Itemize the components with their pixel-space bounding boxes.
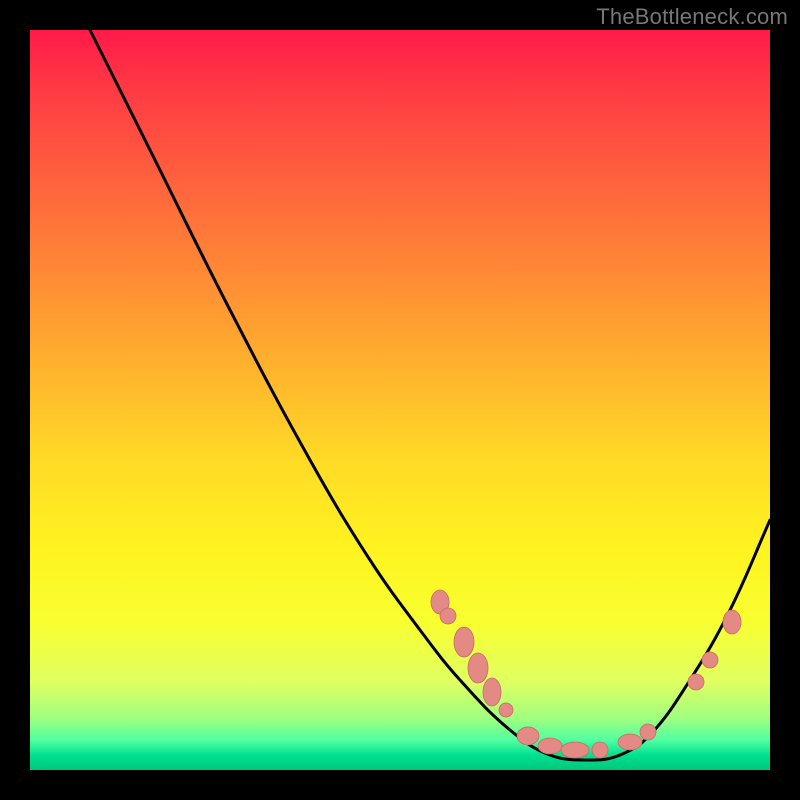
data-marker: [454, 627, 474, 657]
data-marker: [702, 652, 718, 668]
data-marker: [640, 724, 656, 740]
data-marker: [483, 678, 501, 706]
data-marker: [440, 608, 456, 624]
data-marker: [538, 738, 562, 754]
watermark-text: TheBottleneck.com: [596, 4, 788, 30]
data-marker: [618, 734, 642, 750]
data-marker: [592, 742, 608, 758]
data-marker: [499, 703, 513, 717]
plot-area: [30, 30, 770, 770]
bottleneck-curve: [90, 30, 770, 760]
data-markers: [431, 590, 741, 758]
chart-frame: TheBottleneck.com: [0, 0, 800, 800]
data-marker: [517, 727, 539, 745]
data-marker: [468, 653, 488, 683]
data-marker: [688, 674, 704, 690]
data-marker: [561, 742, 589, 758]
data-marker: [723, 610, 741, 634]
curve-layer: [30, 30, 770, 770]
